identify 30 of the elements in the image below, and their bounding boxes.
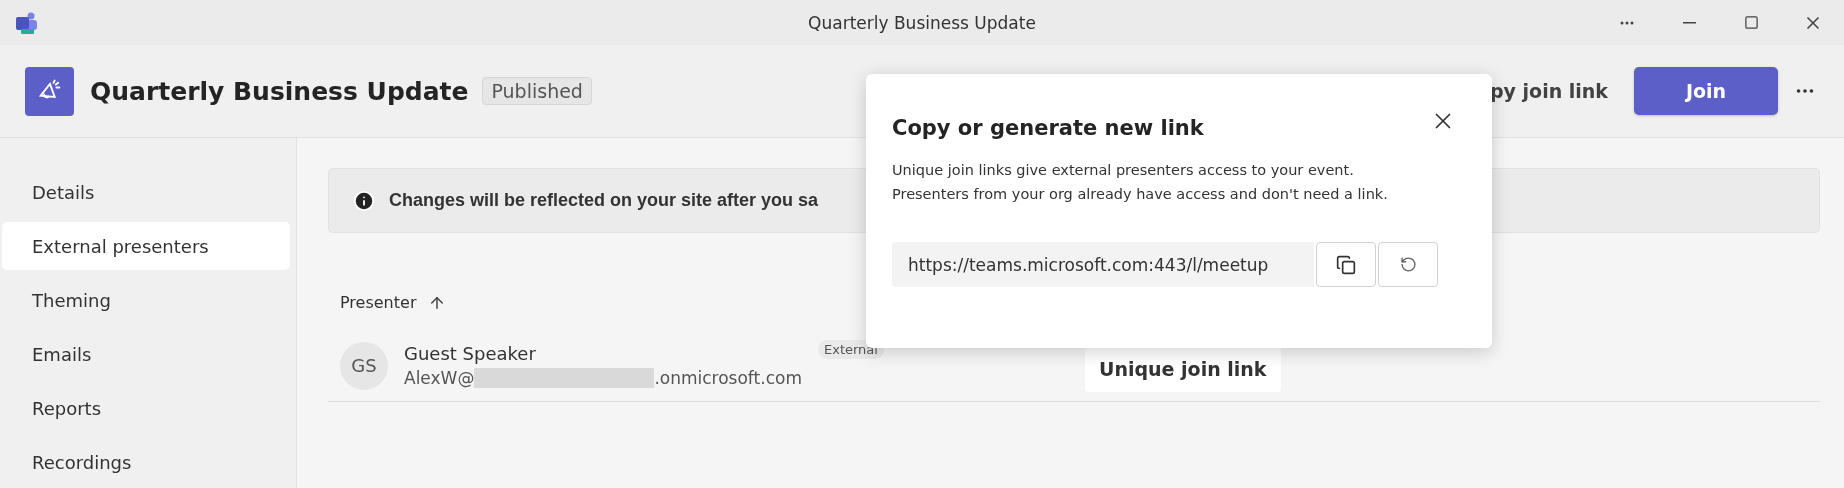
link-field[interactable]: https://teams.microsoft.com:443/l/meetup xyxy=(892,242,1314,287)
dialog-description: Unique join links give external presenters access to your event. Presenters from your org already have access and don't need a link. xyxy=(892,161,1389,204)
maximize-icon xyxy=(1743,15,1759,30)
refresh-icon xyxy=(1399,256,1417,273)
avatar: GS xyxy=(340,341,388,390)
copy-icon xyxy=(1336,254,1356,275)
more-icon xyxy=(1620,20,1634,25)
sidebar-item[interactable]: Reports xyxy=(2,384,290,432)
banner-text: Changes will be reflected on your site after you sa xyxy=(389,190,819,211)
email-text: .onmicrosoft.com xyxy=(654,368,802,388)
sidebar-item[interactable]: Emails xyxy=(2,330,290,378)
app-logo-icon xyxy=(14,10,40,35)
sidebar-item[interactable]: External presenters xyxy=(2,222,290,270)
copy-join-link[interactable]: py join link xyxy=(1490,80,1608,102)
sidebar-item[interactable]: Theming xyxy=(2,276,290,324)
column-header[interactable]: Presenter xyxy=(340,293,417,312)
dialog-title: Copy or generate new link xyxy=(892,116,1205,140)
minimize-icon xyxy=(1682,21,1696,24)
info-icon xyxy=(353,189,375,212)
event-logo-icon xyxy=(25,66,74,116)
status-badge: Published xyxy=(482,77,592,105)
join-button[interactable]: Join xyxy=(1634,67,1778,115)
presenter-name: Guest Speaker xyxy=(404,343,537,364)
unique-join-link-button[interactable]: Unique join link xyxy=(1085,346,1281,392)
window-title: Quarterly Business Update xyxy=(807,12,1037,33)
sidebar-item[interactable]: Recordings xyxy=(2,438,290,486)
sidebar-item[interactable]: Details xyxy=(2,168,290,216)
event-title: Quarterly Business Update xyxy=(90,76,469,106)
copy-button[interactable] xyxy=(1316,242,1376,287)
email-text: AlexW@ xyxy=(404,368,475,388)
